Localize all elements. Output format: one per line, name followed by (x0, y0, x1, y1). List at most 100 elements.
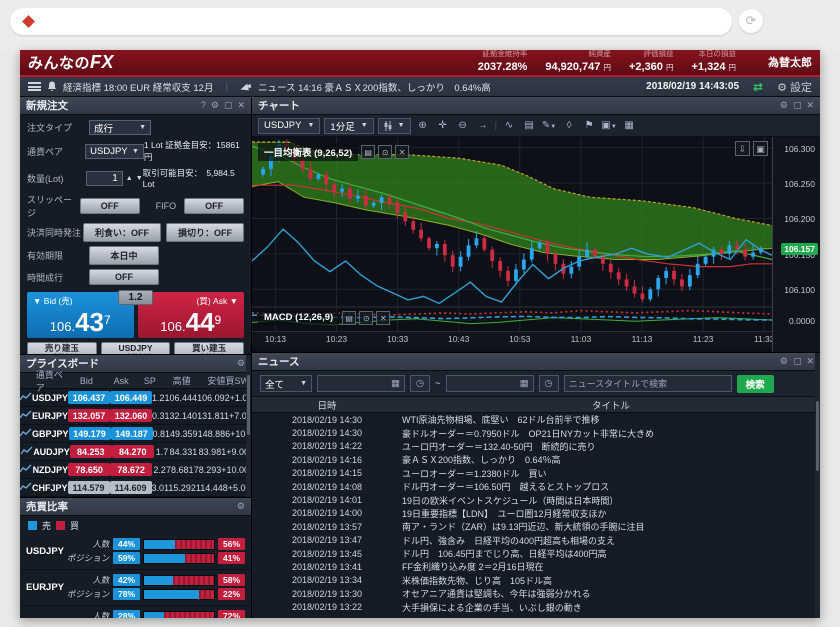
stepper-down-icon[interactable]: ▼ (136, 175, 143, 182)
news-category-select[interactable]: 全て▼ (260, 375, 312, 392)
grid-icon[interactable]: ▦ (621, 118, 637, 134)
close-all-pair-button[interactable]: USDJPY一括決済 (101, 342, 171, 355)
bid-quote[interactable]: 132.057 (68, 409, 110, 422)
price-board-row[interactable]: USDJPY106.437106.4491.2106.444106.092+1.… (20, 389, 251, 407)
bid-quote[interactable]: 106.437 (68, 391, 110, 404)
fullscreen-icon[interactable]: ▣ (753, 141, 768, 156)
news-row[interactable]: 2018/02/19 13:34米株価指数先物、じり高 105ドル高 (252, 574, 820, 587)
ticker-news[interactable]: ニュース 14:16 豪ＡＳＸ200指数、しっかり 0.64%高 (258, 80, 491, 94)
save-layout-icon[interactable]: ▤ (521, 118, 537, 134)
go-to-end-icon[interactable]: → (475, 118, 491, 134)
maximize-icon[interactable]: ▢ (793, 100, 802, 111)
price-board-row[interactable]: NZDJPY78.65078.6722.278.68178.293+10.00 (20, 461, 251, 479)
gear-icon[interactable]: ⚙ (237, 501, 245, 512)
time-from-icon[interactable]: ◷ (410, 375, 430, 392)
close-icon[interactable]: ✕ (806, 356, 814, 367)
fifo-button[interactable]: OFF (184, 198, 244, 214)
eraser-icon[interactable]: ◊ (561, 118, 577, 134)
chart-type-select[interactable]: ▼ (378, 118, 411, 134)
mini-chart-icon[interactable] (20, 464, 33, 476)
indicator-close-icon[interactable]: ✕ (395, 145, 409, 159)
chart-interval-select[interactable]: 1分足▼ (324, 118, 373, 134)
quantity-stepper[interactable]: 1 (86, 171, 123, 186)
news-row[interactable]: 2018/02/19 13:30オセアニア通貨は堅調も、今年は強弱分かれる (252, 587, 820, 600)
news-row[interactable]: 2018/02/19 13:41FF金利織り込み度 2＝2月16日現在 (252, 560, 820, 573)
close-icon[interactable]: ✕ (237, 100, 245, 111)
news-row[interactable]: 2018/02/19 13:57南ア・ランド（ZAR）は9.13円近辺、新大統領… (252, 520, 820, 533)
date-from-input[interactable]: ▦ (317, 375, 405, 392)
ask-quote[interactable]: 78.672 (110, 463, 152, 476)
price-board-row[interactable]: EURJPY132.057132.0600.3132.140131.811+7.… (20, 407, 251, 425)
mini-chart-icon[interactable] (20, 482, 32, 494)
bid-quote[interactable]: 84.253 (70, 445, 112, 458)
close-all-sell-button[interactable]: 売り建玉一括決済 (27, 342, 97, 355)
expiry-button[interactable]: 本日中 (89, 246, 159, 265)
mini-chart-icon[interactable] (20, 410, 32, 422)
chart-pair-select[interactable]: USDJPY▼ (258, 118, 320, 134)
zoom-out-icon[interactable]: ⊖ (455, 118, 471, 134)
indicator-visibility-icon[interactable]: ⊙ (378, 145, 392, 159)
help-icon[interactable]: ? (201, 100, 206, 111)
close-icon[interactable]: ✕ (806, 100, 814, 111)
ask-quote[interactable]: 106.449 (110, 391, 152, 404)
mini-chart-icon[interactable] (20, 392, 32, 404)
flag-icon[interactable]: ⚑ (581, 118, 597, 134)
mini-chart-icon[interactable] (20, 446, 33, 458)
take-profit-button[interactable]: 利食い：OFF (83, 223, 161, 242)
indicator-settings-icon[interactable]: ▤ (342, 311, 356, 325)
template-icon[interactable]: ▣▼ (601, 118, 617, 134)
indicator-icon[interactable]: ∿ (501, 118, 517, 134)
price-board-row[interactable]: AUDJPY84.25384.2701.784.33183.981+9.00 (20, 443, 251, 461)
bid-quote[interactable]: 149.179 (69, 427, 111, 440)
news-row[interactable]: 2018/02/19 13:22大手損保による企業の手当、いぶし銀の動き (252, 600, 820, 613)
ask-button[interactable]: (買) Ask ▼ 106.449 (138, 292, 245, 338)
indicator-close-icon[interactable]: ✕ (376, 311, 390, 325)
news-search-button[interactable]: 検索 (737, 375, 774, 393)
ask-quote[interactable]: 132.060 (110, 409, 152, 422)
stop-loss-button[interactable]: 損切り：OFF (166, 223, 244, 242)
ask-quote[interactable]: 84.270 (112, 445, 154, 458)
stepper-up-icon[interactable]: ▲ (126, 175, 133, 182)
news-row[interactable]: 2018/02/19 14:30豪ドルオーダー＝0.7950ドル OP21日NY… (252, 426, 820, 439)
price-board-row[interactable]: CHFJPY114.579114.6093.0115.292114.448+5.… (20, 479, 251, 497)
price-board-row[interactable]: GBPJPY149.179149.1870.8149.359148.886+10… (20, 425, 251, 443)
gear-icon[interactable]: ⚙ (780, 100, 788, 111)
news-search-input[interactable]: ニュースタイトルで検索 (564, 375, 732, 392)
close-all-buy-button[interactable]: 買い建玉一括決済 (174, 342, 244, 355)
time-to-icon[interactable]: ◷ (539, 375, 559, 392)
news-row[interactable]: 2018/02/19 14:0119日の欧米イベントスケジュール（時間は日本時間… (252, 493, 820, 506)
zoom-in-icon[interactable]: ⊕ (415, 118, 431, 134)
ask-quote[interactable]: 114.609 (110, 481, 152, 494)
news-row[interactable]: 2018/02/19 14:0019日重要指標【LDN】 ユーロ圏12月経常収支… (252, 507, 820, 520)
indicator-settings-icon[interactable]: ▤ (361, 145, 375, 159)
date-to-input[interactable]: ▦ (446, 375, 534, 392)
maximize-icon[interactable]: ▢ (224, 100, 233, 111)
chart-plot[interactable]: 一目均衡表 (9,26,52) ▤ ⊙ ✕ ⇩ ▣ MACD (12,26,9)… (252, 137, 772, 352)
scroll-down-icon[interactable]: ⇩ (735, 141, 750, 156)
draw-icon[interactable]: ✎▼ (541, 118, 557, 134)
bid-quote[interactable]: 114.579 (68, 481, 110, 494)
browser-refresh-button[interactable]: ⟳ (739, 9, 763, 33)
pan-icon[interactable]: ✛ (435, 118, 451, 134)
user-name[interactable]: 為替太郎 (768, 54, 812, 70)
news-row[interactable]: 2018/02/19 14:22ユーロ円オーダー＝132.40-50円 断続的に… (252, 440, 820, 453)
time-order-button[interactable]: OFF (89, 269, 159, 285)
pair-select[interactable]: USDJPY▼ (85, 144, 144, 159)
slippage-button[interactable]: OFF (80, 198, 140, 214)
mini-chart-icon[interactable] (20, 428, 32, 440)
news-row[interactable]: 2018/02/19 13:45ドル円 106.45円までじり高、日経平均は40… (252, 547, 820, 560)
news-scrollbar[interactable] (815, 353, 820, 618)
order-type-select[interactable]: 成行▼ (89, 120, 151, 135)
menu-icon[interactable] (28, 82, 41, 91)
news-row[interactable]: 2018/02/19 14:08ドル円オーダー＝106.50円 越えるとストップ… (252, 480, 820, 493)
exchange-icon[interactable]: ⇄ (753, 80, 763, 94)
url-bar[interactable] (10, 8, 732, 35)
gear-icon[interactable]: ⚙ (780, 356, 788, 367)
settings-gear-icon[interactable]: ⚙ 設定 (777, 79, 812, 95)
maximize-icon[interactable]: ▢ (793, 356, 802, 367)
gear-icon[interactable]: ⚙ (211, 100, 219, 111)
ticker-indicator[interactable]: 経済指標 18:00 EUR 経常収支 12月 (63, 80, 213, 94)
news-row[interactable]: 2018/02/19 14:16豪ＡＳＸ200指数、しっかり 0.64％高 (252, 453, 820, 466)
ask-quote[interactable]: 149.187 (111, 427, 153, 440)
news-row[interactable]: 2018/02/19 14:15ユーロオーダー＝1.2380ドル 買い (252, 467, 820, 480)
